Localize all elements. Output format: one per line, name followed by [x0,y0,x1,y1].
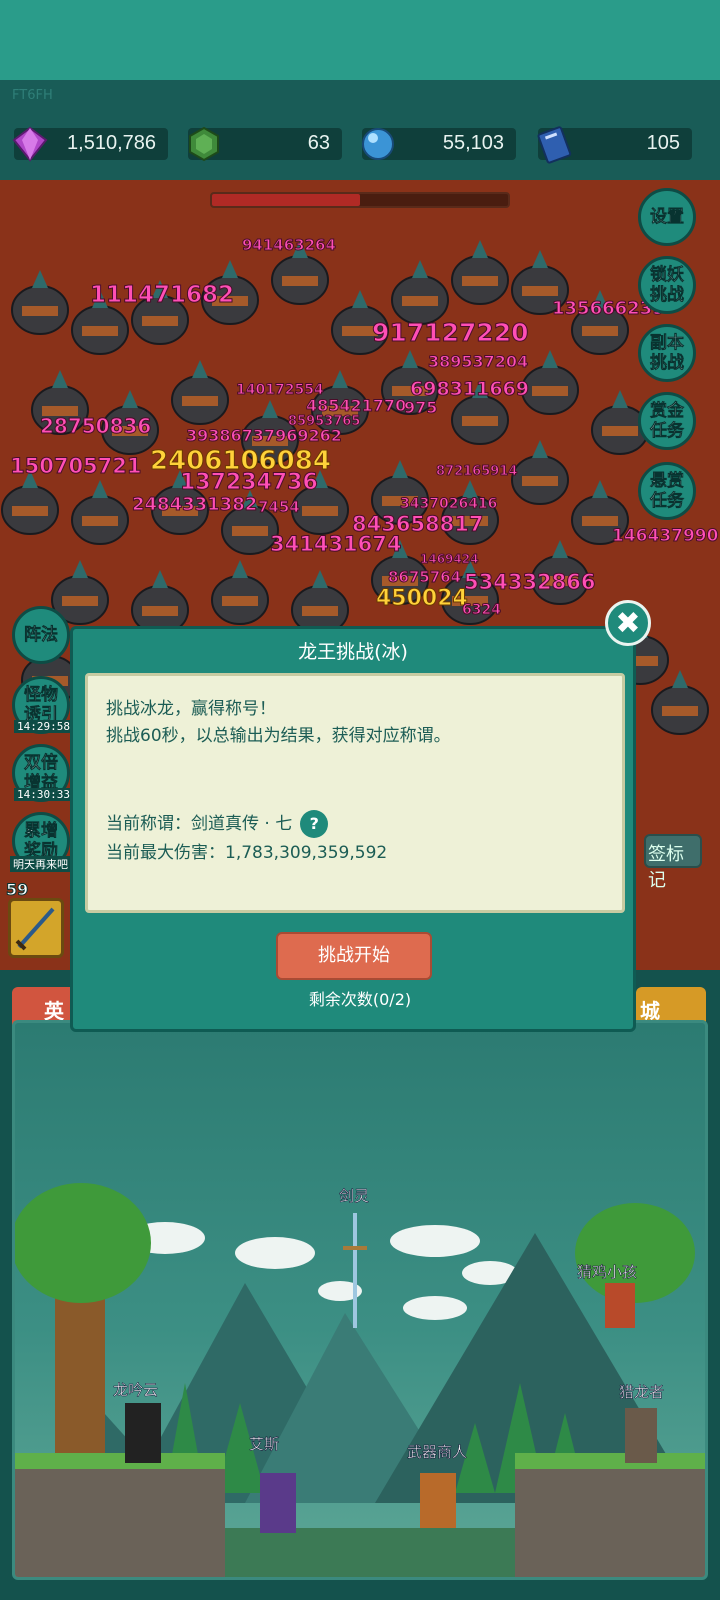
challenge-description-line2: 挑战60秒，以总输出为结果，获得对应称谓。 [106,726,451,746]
dungeon-label: 副本挑战 [650,333,685,374]
mark-button[interactable]: 签标记 [644,834,702,891]
remaining-attempts: 剩余次数(0/2) [308,990,412,1009]
monster-sprite [1,470,59,535]
max-damage: 当前最大伤害：1,783,309,359,592 [106,843,388,863]
monster-lure-timer: 14:29:58 [14,720,73,733]
lock-demon-label: 锁妖挑战 [650,265,685,306]
dialog-title: 龙王挑战(冰) [298,641,408,663]
damage-number: 39386737969262 [186,426,343,446]
settings-label: 设置 [650,207,685,228]
green-jade-icon [189,126,219,162]
town-scene[interactable]: 剑灵 猜鸡小孩 龙吟云 猎龙者 艾斯 武器商人 [12,1020,708,1580]
start-challenge-button[interactable]: 挑战开始 [276,932,432,980]
damage-number: 150705721 [10,454,143,479]
damage-number: 975 [403,398,438,418]
damage-number: 698311669 [410,378,530,401]
damage-number: 872165914 [435,464,518,480]
jade-count: 63 [307,132,330,154]
damage-number: 7454 [258,498,301,517]
damage-number: 2484331382 [131,494,258,516]
double-buff-label: 双倍增益 [24,753,59,794]
accumulated-reward-status: 明天再来吧 [10,856,71,872]
current-title: 当前称谓：剑道真传 · 七 [106,814,293,834]
damage-number: 485421770 [305,396,407,416]
npc-weapon-merchant[interactable]: 武器商人 [407,1441,468,1462]
npc-dragon-hunter[interactable]: 猎龙者 [619,1381,665,1402]
monster-sprite [521,350,579,415]
damage-number: 111471682 [89,282,235,309]
dialog-body: 挑战冰龙，赢得称号！ 挑战60秒，以总输出为结果，获得对应称谓。 当前称谓：剑道… [85,673,625,913]
damage-number: 140172554 [236,382,325,399]
damage-number: 389537204 [427,352,529,372]
skill-level: 59 [5,880,29,900]
formation-button[interactable]: 阵法 [12,606,70,664]
damage-number: 3437026416 [399,496,498,513]
damage-number: 6324 [462,602,502,619]
scene-backdrop [15,1183,705,1577]
help-icon[interactable]: ? [300,810,329,838]
damage-number: 534332866 [464,570,597,595]
damage-number: 8675764 [387,568,462,587]
monster-sprite [211,560,269,625]
monster-sprite [71,480,129,545]
purple-gem-icon [12,126,48,162]
book-count: 105 [646,132,680,154]
damage-number: 341431674 [270,532,403,557]
boss-hp-bar [210,192,510,208]
damage-number: 941463264 [242,236,337,255]
monster-sprite [171,360,229,425]
blue-book-icon [537,126,572,164]
monster-sprite [291,570,349,635]
damage-number: 28750836 [39,414,152,439]
blue-orb-icon [362,128,394,160]
reward-task-label: 悬赏任务 [650,471,685,512]
damage-number: 450024 [376,586,469,612]
settings-button[interactable]: 设置 [638,188,696,246]
double-buff-timer: 14:30:33 [14,788,73,801]
boss-hp-fill [212,194,360,206]
damage-number: 146437990 [611,526,719,547]
status-bar [0,0,720,80]
resource-orb[interactable]: 55,103 [362,128,516,160]
damage-number: 1469424 [419,552,479,567]
npc-chicken-kid[interactable]: 猜鸡小孩 [577,1261,638,1282]
npc-sword-spirit[interactable]: 剑灵 [339,1185,370,1206]
orb-count: 55,103 [442,132,504,154]
lock-demon-challenge-button[interactable]: 锁妖挑战 [638,256,696,314]
sword-icon [15,907,55,951]
monster-sprite [651,670,709,735]
damage-number: 917127220 [372,318,530,348]
monster-sprite [511,440,569,505]
bounty-task-button[interactable]: 赏金任务 [638,392,696,450]
monster-sprite [451,240,509,305]
gem-count: 1,510,786 [67,132,156,154]
npc-aisi[interactable]: 艾斯 [249,1433,280,1454]
build-id: FT6FH [12,88,53,103]
monster-sprite [131,570,189,635]
npc-longyinyun[interactable]: 龙吟云 [113,1379,159,1400]
resource-jade[interactable]: 63 [188,126,342,162]
bounty-label: 赏金任务 [650,401,685,442]
monster-sprite [391,260,449,325]
resource-gem[interactable]: 1,510,786 [12,126,168,162]
close-icon[interactable]: ✖ [605,600,651,646]
challenge-description-line1: 挑战冰龙，赢得称号！ [106,699,276,719]
accumulated-reward-label: 累增奖励 [24,821,59,862]
monster-lure-label: 怪物诱引 [24,685,59,726]
damage-number: 137234736 [180,470,319,496]
dungeon-challenge-button[interactable]: 副本挑战 [638,324,696,382]
reward-task-button[interactable]: 悬赏任务 [638,462,696,520]
skill-slot[interactable] [8,898,64,958]
formation-label: 阵法 [24,625,59,646]
resource-book[interactable]: 105 [537,126,692,164]
current-title-row: 当前称谓：剑道真传 · 七? [106,810,604,838]
monster-sprite [11,270,69,335]
